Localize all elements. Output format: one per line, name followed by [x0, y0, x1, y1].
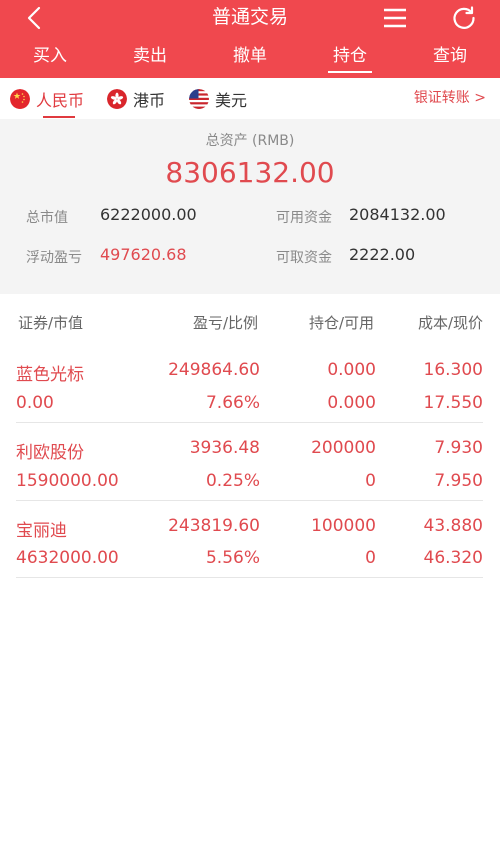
- bank-transfer-link[interactable]: 银证转账 >: [414, 78, 486, 119]
- tab-cancel[interactable]: 撤单: [200, 36, 300, 78]
- security-name: 蓝色光标: [16, 365, 84, 385]
- column-header-cost: 成本/现价: [417, 314, 483, 332]
- column-header-pl: 盈亏/比例: [192, 314, 258, 332]
- available-funds: 2084132.00: [349, 205, 446, 224]
- total-assets-label: 总资产 (RMB): [205, 133, 295, 149]
- cost-price: 7.930: [434, 438, 483, 458]
- market-value: 6222000.00: [100, 205, 197, 224]
- profit-loss: 249864.60: [168, 360, 260, 380]
- refresh-icon: [453, 6, 475, 29]
- position-qty: 200000: [311, 438, 376, 458]
- tab-query[interactable]: 查询: [400, 36, 500, 78]
- security-market-value: 0.00: [16, 393, 54, 413]
- refresh-button[interactable]: [449, 3, 479, 33]
- available-qty: 0: [365, 548, 376, 568]
- asset-summary: 总资产 (RMB) 8306132.00 总市值 6222000.00 可用资金…: [0, 119, 500, 294]
- security-name: 利欧股份: [16, 443, 84, 463]
- currency-bar: 人民币 港币 美元 银证转账 >: [0, 78, 500, 119]
- security-market-value: 1590000.00: [16, 471, 119, 491]
- profit-loss-ratio: 0.25%: [205, 471, 260, 491]
- current-price: 7.950: [434, 471, 483, 491]
- available-qty: 0: [365, 471, 376, 491]
- available-qty: 0.000: [327, 393, 376, 413]
- withdrawable-funds-label: 可取资金: [276, 250, 332, 266]
- row-divider: [16, 577, 483, 578]
- position-qty: 100000: [311, 516, 376, 536]
- market-value-label: 总市值: [26, 210, 68, 226]
- cost-price: 16.300: [423, 360, 483, 380]
- page-title: 普通交易: [211, 6, 288, 28]
- column-header-security: 证券/市值: [18, 314, 84, 332]
- security-market-value: 4632000.00: [16, 548, 119, 568]
- currency-usd[interactable]: 美元: [189, 78, 247, 119]
- back-button[interactable]: [20, 5, 48, 31]
- menu-button[interactable]: [380, 4, 410, 32]
- currency-rmb[interactable]: 人民币: [10, 78, 84, 119]
- profit-loss-ratio: 7.66%: [205, 393, 260, 413]
- floating-pl: 497620.68: [100, 245, 187, 264]
- us-flag-icon: [189, 88, 209, 109]
- floating-pl-label: 浮动盈亏: [26, 250, 82, 266]
- current-price: 17.550: [423, 393, 483, 413]
- cost-price: 43.880: [423, 516, 483, 536]
- menu-icon: [384, 8, 406, 28]
- row-divider: [16, 422, 483, 423]
- current-price: 46.320: [423, 548, 483, 568]
- column-header-position: 持仓/可用: [308, 314, 374, 332]
- currency-hkd[interactable]: 港币: [107, 78, 165, 119]
- total-assets-value: 8306132.00: [165, 156, 335, 189]
- profit-loss: 3936.48: [189, 438, 260, 458]
- currency-hkd-label: 港币: [133, 90, 166, 110]
- currency-rmb-label: 人民币: [36, 90, 85, 110]
- row-divider: [16, 500, 483, 501]
- position-qty: 0.000: [327, 360, 376, 380]
- security-name: 宝丽迪: [16, 521, 67, 541]
- tab-holdings[interactable]: 持仓: [300, 36, 400, 78]
- profit-loss-ratio: 5.56%: [205, 548, 260, 568]
- withdrawable-funds: 2222.00: [349, 245, 416, 264]
- currency-usd-label: 美元: [215, 90, 248, 110]
- china-flag-icon: [10, 88, 30, 109]
- back-arrow-icon: [27, 6, 41, 30]
- tab-sell[interactable]: 卖出: [100, 36, 200, 78]
- currency-active-indicator: [43, 116, 75, 118]
- tab-buy[interactable]: 买入: [0, 36, 100, 78]
- hong-kong-flag-icon: [107, 88, 127, 109]
- trade-tabs: 买入 卖出 撤单 持仓 查询: [0, 36, 500, 78]
- app-header: 普通交易: [0, 0, 500, 36]
- profit-loss: 243819.60: [168, 516, 260, 536]
- available-funds-label: 可用资金: [276, 210, 332, 226]
